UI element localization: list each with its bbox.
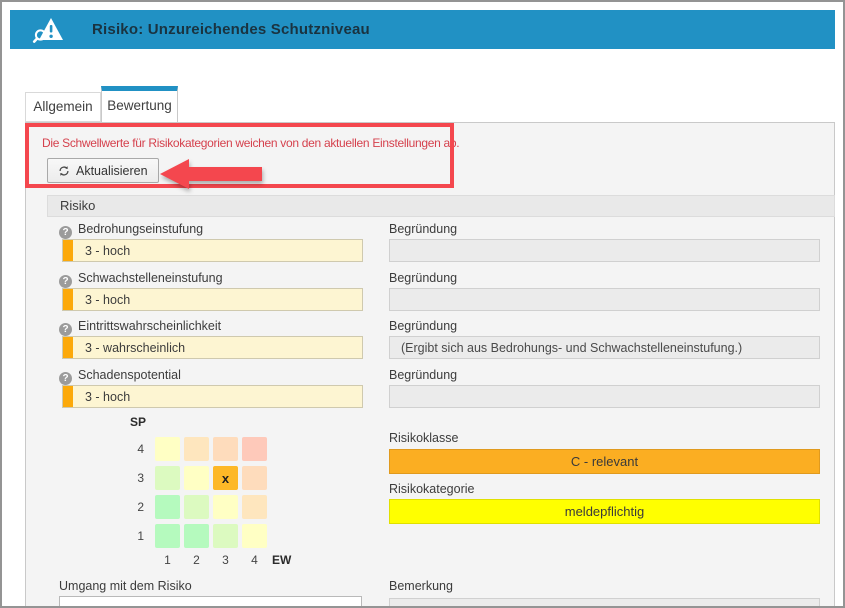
schwachstelleneinstufung-label: ?Schwachstelleneinstufung — [59, 271, 223, 288]
begruendung-input-4[interactable] — [389, 385, 820, 408]
schwachstelleneinstufung-value: 3 - hoch — [73, 293, 130, 307]
matrix-cell — [155, 437, 180, 461]
schwachstelleneinstufung-select[interactable]: 3 - hoch — [62, 288, 363, 311]
matrix-cell — [242, 524, 267, 548]
umgang-mit-dem-risiko-select[interactable] — [59, 596, 362, 608]
begruendung-label-4: Begründung — [389, 368, 457, 382]
help-icon[interactable]: ? — [59, 323, 72, 336]
rating-color-strip — [63, 337, 73, 358]
umgang-mit-dem-risiko-label: Umgang mit dem Risiko — [59, 579, 192, 593]
matrix-cell — [184, 437, 209, 461]
eintrittswahrscheinlichkeit-select[interactable]: 3 - wahrscheinlich — [62, 336, 363, 359]
matrix-x-axis-label: EW — [272, 553, 291, 567]
matrix-row-label: 2 — [126, 495, 144, 519]
begruendung-input-2[interactable] — [389, 288, 820, 311]
matrix-y-axis-label: SP — [130, 415, 146, 429]
risk-warning-icon — [32, 15, 66, 45]
risikoklasse-label: Risikoklasse — [389, 431, 458, 445]
begruendung-label-2: Begründung — [389, 271, 457, 285]
help-icon[interactable]: ? — [59, 275, 72, 288]
matrix-cell — [155, 466, 180, 490]
matrix-col-label: 3 — [213, 553, 238, 567]
matrix-cell — [155, 524, 180, 548]
matrix-col-label: 1 — [155, 553, 180, 567]
matrix-row-label: 3 — [126, 466, 144, 490]
matrix-selected-cell: x — [213, 466, 238, 490]
tab-allgemein[interactable]: Allgemein — [25, 92, 101, 122]
rating-color-strip — [63, 240, 73, 261]
help-icon[interactable]: ? — [59, 226, 72, 239]
begruendung-label-1: Begründung — [389, 222, 457, 236]
matrix-row-labels: 4 3 2 1 — [126, 437, 144, 553]
matrix-row-label: 1 — [126, 524, 144, 548]
matrix-cell — [242, 495, 267, 519]
refresh-icon — [58, 165, 70, 177]
eintrittswahrscheinlichkeit-label: ?Eintrittswahrscheinlichkeit — [59, 319, 221, 336]
bedrohungseinstufung-label: ?Bedrohungseinstufung — [59, 222, 203, 239]
matrix-cell — [213, 437, 238, 461]
dialog-title: Risiko: Unzureichendes Schutzniveau — [92, 21, 370, 38]
tab-bewertung[interactable]: Bewertung — [101, 86, 178, 122]
bemerkung-label: Bemerkung — [389, 579, 453, 593]
matrix-cell — [184, 466, 209, 490]
bedrohungseinstufung-value: 3 - hoch — [73, 244, 130, 258]
aktualisieren-button[interactable]: Aktualisieren — [47, 158, 159, 183]
matrix-cell — [213, 495, 238, 519]
matrix-row-label: 4 — [126, 437, 144, 461]
risk-matrix-grid: x — [155, 437, 267, 548]
window: Risiko: Unzureichendes Schutzniveau Allg… — [0, 0, 845, 608]
section-risiko-header: Risiko — [47, 195, 835, 217]
matrix-col-labels: 1234 — [155, 553, 267, 567]
rating-color-strip — [63, 289, 73, 310]
begruendung-label-3: Begründung — [389, 319, 457, 333]
matrix-col-label: 4 — [242, 553, 267, 567]
matrix-cell — [184, 495, 209, 519]
begruendung-input-3[interactable] — [389, 336, 820, 359]
matrix-cell — [242, 437, 267, 461]
aktualisieren-button-label: Aktualisieren — [76, 164, 148, 178]
dialog-header: Risiko: Unzureichendes Schutzniveau — [10, 10, 835, 49]
risikokategorie-bar: meldepflichtig — [389, 499, 820, 524]
matrix-cell — [155, 495, 180, 519]
bemerkung-input[interactable] — [389, 598, 820, 608]
matrix-cell — [184, 524, 209, 548]
eintrittswahrscheinlichkeit-value: 3 - wahrscheinlich — [73, 341, 185, 355]
bedrohungseinstufung-select[interactable]: 3 - hoch — [62, 239, 363, 262]
matrix-cell — [213, 524, 238, 548]
risikoklasse-bar: C - relevant — [389, 449, 820, 474]
matrix-cell — [242, 466, 267, 490]
section-risiko-title: Risiko — [60, 198, 95, 213]
schadenspotential-select[interactable]: 3 - hoch — [62, 385, 363, 408]
schadenspotential-value: 3 - hoch — [73, 390, 130, 404]
schadenspotential-label: ?Schadenspotential — [59, 368, 181, 385]
threshold-warning-text: Die Schwellwerte für Risikokategorien we… — [42, 136, 459, 150]
risikokategorie-label: Risikokategorie — [389, 482, 474, 496]
begruendung-input-1[interactable] — [389, 239, 820, 262]
rating-color-strip — [63, 386, 73, 407]
matrix-col-label: 2 — [184, 553, 209, 567]
help-icon[interactable]: ? — [59, 372, 72, 385]
